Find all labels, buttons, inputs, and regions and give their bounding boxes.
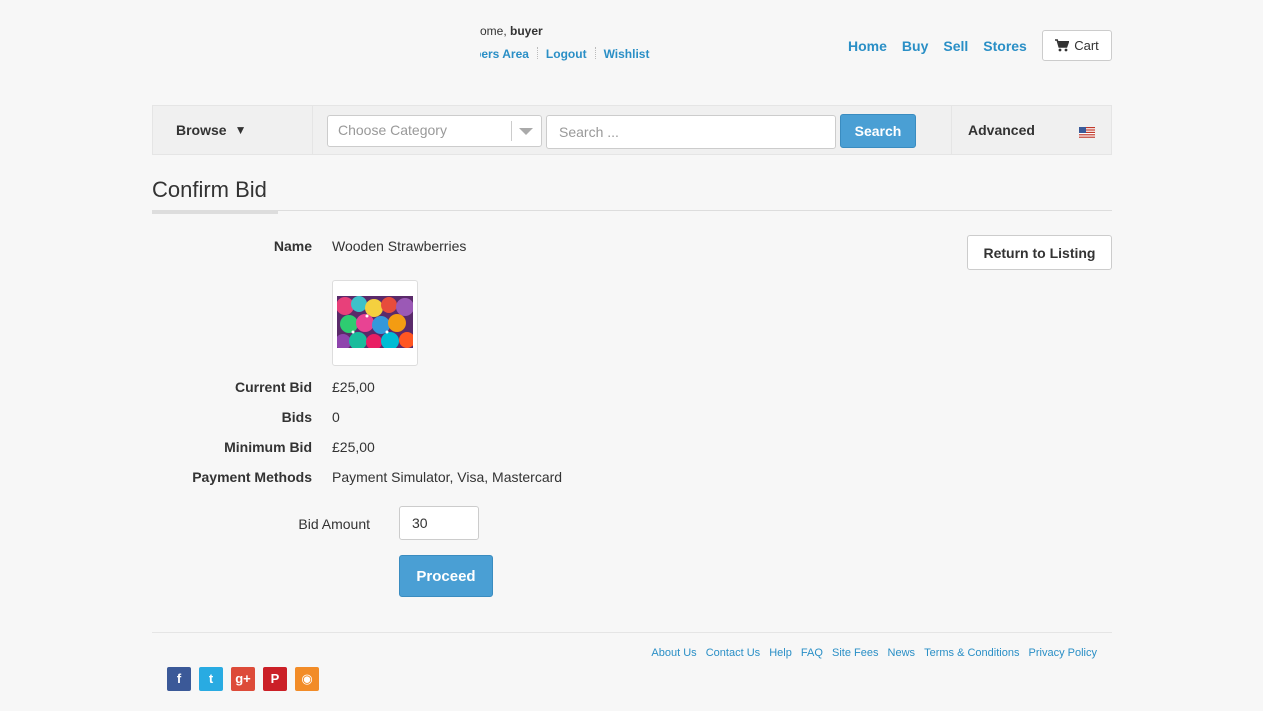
facebook-icon[interactable]: f	[167, 667, 191, 691]
search-button[interactable]: Search	[840, 114, 916, 148]
advanced-label: Advanced	[968, 122, 1035, 138]
footer-site-fees[interactable]: Site Fees	[832, 647, 878, 659]
footer-about-us[interactable]: About Us	[651, 647, 696, 659]
payment-methods-value: Payment Simulator, Visa, Mastercard	[332, 469, 563, 485]
caret-down-icon: ▼	[234, 123, 247, 137]
listing-image[interactable]	[332, 280, 418, 366]
bids-value: 0	[332, 409, 340, 425]
wishlist-link[interactable]: Wishlist	[604, 47, 650, 61]
main-nav: Home Buy Sell Stores	[848, 38, 1042, 54]
cart-button[interactable]: Cart	[1042, 30, 1112, 61]
bid-amount-label: Bid Amount	[298, 516, 370, 532]
search-bar: Browse ▼ Choose Category Search Advanced	[152, 105, 1112, 155]
name-label: Name	[273, 238, 312, 254]
search-input[interactable]	[546, 115, 836, 149]
footer-links: About Us Contact Us Help FAQ Site Fees N…	[645, 647, 1097, 659]
listing-name: Wooden Strawberries	[332, 238, 467, 254]
username: buyer	[510, 24, 543, 38]
title-divider	[152, 210, 1112, 211]
listing-photo	[337, 296, 413, 348]
chevron-down-icon	[519, 128, 533, 135]
cart-icon	[1055, 39, 1070, 52]
logout-link[interactable]: Logout	[546, 47, 587, 61]
category-select[interactable]: Choose Category	[327, 115, 542, 147]
current-bid-value: £25,00	[332, 379, 375, 395]
footer-divider	[152, 632, 1112, 633]
footer-terms[interactable]: Terms & Conditions	[924, 647, 1019, 659]
footer-privacy-policy[interactable]: Privacy Policy	[1029, 647, 1097, 659]
nav-stores[interactable]: Stores	[983, 38, 1027, 54]
rss-icon[interactable]: ◉	[295, 667, 319, 691]
browse-label: Browse	[176, 122, 227, 138]
bids-label: Bids	[281, 409, 312, 425]
current-bid-label: Current Bid	[235, 379, 312, 395]
footer-faq[interactable]: FAQ	[801, 647, 823, 659]
proceed-button[interactable]: Proceed	[399, 555, 493, 597]
minimum-bid-label: Minimum Bid	[224, 439, 312, 455]
footer-contact-us[interactable]: Contact Us	[706, 647, 760, 659]
category-placeholder: Choose Category	[338, 122, 447, 138]
social-links: f t g+ P ◉	[167, 667, 319, 691]
google-plus-icon[interactable]: g+	[231, 667, 255, 691]
nav-sell[interactable]: Sell	[943, 38, 968, 54]
members-area-link[interactable]: bers Area	[480, 47, 529, 61]
bid-amount-input[interactable]	[399, 506, 479, 540]
minimum-bid-value: £25,00	[332, 439, 375, 455]
footer-news[interactable]: News	[888, 647, 916, 659]
us-flag-icon[interactable]	[1079, 127, 1095, 138]
footer-help[interactable]: Help	[769, 647, 792, 659]
payment-methods-label: Payment Methods	[192, 469, 312, 485]
cart-label: Cart	[1074, 38, 1099, 53]
page-title: Confirm Bid	[152, 177, 267, 202]
pinterest-icon[interactable]: P	[263, 667, 287, 691]
advanced-search-link[interactable]: Advanced	[951, 106, 1111, 154]
browse-menu[interactable]: Browse ▼	[153, 106, 313, 154]
nav-home[interactable]: Home	[848, 38, 887, 54]
return-to-listing-button[interactable]: Return to Listing	[967, 235, 1112, 270]
welcome-message: ome, buyer	[480, 24, 543, 38]
user-links: bers Area Logout Wishlist	[480, 47, 680, 63]
nav-buy[interactable]: Buy	[902, 38, 928, 54]
twitter-icon[interactable]: t	[199, 667, 223, 691]
